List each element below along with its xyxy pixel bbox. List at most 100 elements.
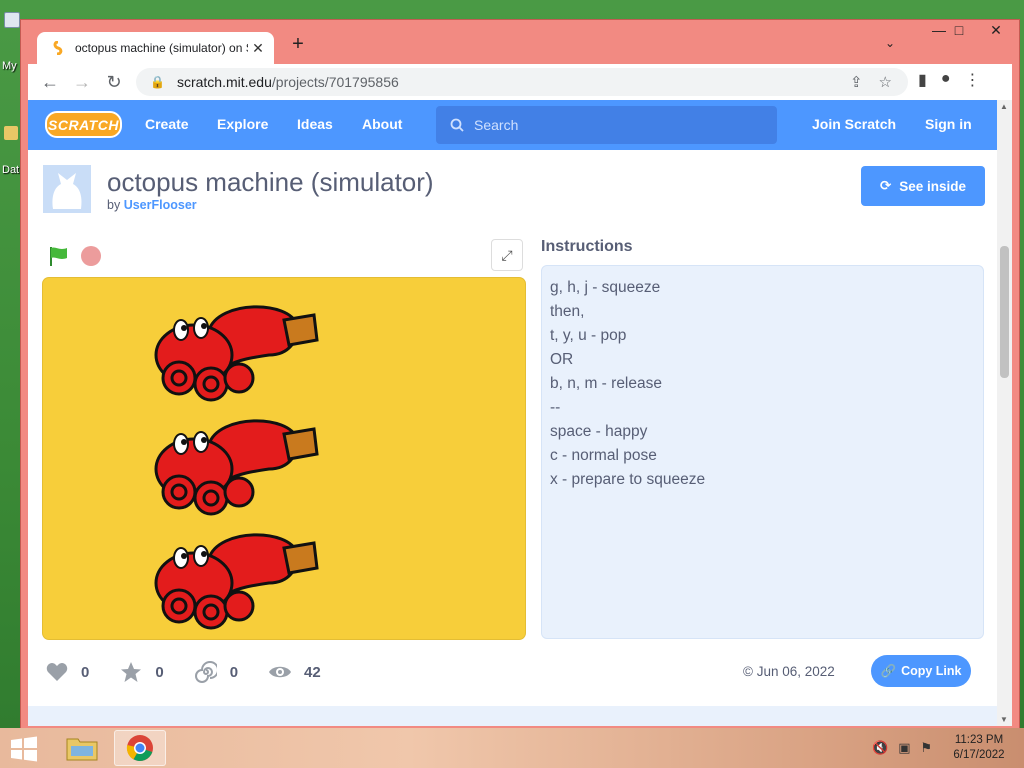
forward-arrow-icon[interactable]: →	[66, 72, 98, 93]
instruction-line: t, y, u - pop	[550, 327, 627, 344]
star-icon	[119, 660, 143, 684]
scroll-up-arrow-icon[interactable]: ▲	[1000, 102, 1008, 111]
instruction-line: OR	[550, 351, 574, 368]
scratch-logo[interactable]: SCRATCH	[45, 111, 122, 138]
instructions-box: g, h, j - squeeze then, t, y, u - pop OR…	[541, 265, 984, 639]
remix-count: 0	[229, 663, 239, 681]
by-prefix: by	[107, 198, 121, 212]
search-placeholder: Search	[474, 117, 519, 133]
green-flag-icon[interactable]	[48, 245, 70, 267]
nav-explore[interactable]: Explore	[217, 116, 268, 132]
author-link[interactable]: UserFlooser	[124, 198, 197, 212]
system-tray: 🔇 ▣ ⚑	[872, 740, 932, 756]
file-explorer-taskbar-button[interactable]	[56, 730, 108, 766]
instructions-heading: Instructions	[541, 238, 633, 255]
browser-window: octopus machine (simulator) on S ✕ + ⌄ —…	[21, 20, 1019, 728]
taskbar-clock[interactable]: 11:23 PM 6/17/2022	[944, 733, 1014, 763]
chrome-taskbar-button[interactable]	[114, 730, 166, 766]
see-inside-button[interactable]: ⟳ See inside	[861, 166, 985, 206]
maximize-button[interactable]: □	[941, 22, 977, 38]
bookmark-star-icon[interactable]: ☆	[879, 73, 892, 91]
browser-tab[interactable]: octopus machine (simulator) on S ✕	[37, 32, 274, 64]
instruction-line: c - normal pose	[550, 447, 657, 464]
project-stage[interactable]	[43, 278, 525, 639]
scratch-favicon-icon	[51, 41, 65, 55]
view-count: 42	[304, 663, 321, 681]
profile-icon[interactable]: ●	[941, 70, 951, 90]
side-panel-icon[interactable]: ▮	[918, 70, 927, 90]
avatar[interactable]	[43, 165, 91, 213]
love-stat[interactable]: 0	[45, 660, 89, 684]
tab-title: octopus machine (simulator) on S	[75, 41, 248, 55]
remix-arrows-icon: ⟳	[879, 178, 892, 193]
scratch-navbar: SCRATCH Create Explore Ideas About Searc…	[28, 100, 997, 150]
instruction-line: g, h, j - squeeze	[550, 279, 661, 296]
action-center-icon[interactable]: ⚑	[920, 740, 932, 756]
fullscreen-icon[interactable]: ⤢	[491, 239, 523, 271]
love-count: 0	[81, 663, 90, 681]
instruction-line: b, n, m - release	[550, 375, 662, 392]
scrollbar-thumb[interactable]	[1000, 246, 1009, 378]
stop-button[interactable]	[81, 246, 101, 266]
network-icon[interactable]: ▣	[898, 740, 910, 756]
sign-in-link[interactable]: Sign in	[925, 116, 972, 132]
views-stat: 42	[268, 660, 321, 684]
heart-icon	[45, 660, 69, 684]
nav-create[interactable]: Create	[145, 116, 189, 132]
nav-about[interactable]: About	[362, 116, 402, 132]
chrome-icon	[126, 735, 153, 762]
desktop-icon-label-dat[interactable]: Dat	[2, 164, 19, 176]
folder-icon[interactable]	[4, 126, 18, 140]
page-title: octopus machine (simulator)	[107, 167, 434, 197]
favorite-stat[interactable]: 0	[119, 660, 164, 684]
octopus-sprite-3	[154, 533, 319, 630]
eye-icon	[268, 660, 292, 684]
browser-toolbar: ← → ↻ 🔒 scratch.mit.edu/projects/7017958…	[28, 64, 1012, 100]
page-viewport: SCRATCH Create Explore Ideas About Searc…	[28, 100, 1012, 726]
octopus-sprite-2	[154, 419, 319, 516]
page-bottom-strip	[28, 706, 997, 726]
menu-kebab-icon[interactable]: ⋮	[964, 70, 980, 90]
instruction-line: space - happy	[550, 423, 648, 440]
share-icon[interactable]: ⇪	[850, 73, 863, 91]
back-arrow-icon[interactable]: ←	[34, 72, 66, 93]
project-stats: 0 0 0 42	[45, 660, 351, 684]
page-scrollbar[interactable]: ▲ ▼	[997, 100, 1012, 726]
copy-link-button[interactable]: 🔗 Copy Link	[871, 655, 971, 687]
instruction-line: --	[550, 399, 561, 416]
close-window-button[interactable]: ✕	[978, 22, 1014, 39]
desktop-icon-label-my[interactable]: My	[2, 60, 17, 72]
clock-time: 11:23 PM	[954, 734, 1004, 746]
instruction-line: x - prepare to squeeze	[550, 471, 706, 488]
browser-titlebar: octopus machine (simulator) on S ✕ + ⌄ —…	[21, 20, 1019, 64]
url-path: /projects/701795856	[271, 74, 399, 90]
address-bar[interactable]: 🔒 scratch.mit.edu/projects/701795856 ⇪ ☆	[136, 68, 908, 96]
remix-spiral-icon	[194, 660, 218, 684]
search-icon	[450, 118, 464, 132]
volume-muted-icon[interactable]: 🔇	[872, 740, 888, 756]
scroll-down-arrow-icon[interactable]: ▼	[1000, 715, 1008, 724]
nav-ideas[interactable]: Ideas	[297, 116, 333, 132]
remix-stat: 0	[194, 660, 238, 684]
new-tab-button[interactable]: +	[287, 33, 309, 56]
folder-icon	[66, 738, 98, 761]
join-scratch-link[interactable]: Join Scratch	[812, 116, 896, 132]
windows-start-icon[interactable]	[10, 736, 38, 762]
reload-icon[interactable]: ↻	[98, 72, 130, 93]
instruction-line: then,	[550, 303, 585, 320]
computer-icon[interactable]	[4, 12, 20, 28]
lock-icon[interactable]: 🔒	[150, 75, 165, 89]
see-inside-label: See inside	[899, 178, 967, 194]
url-host: scratch.mit.edu	[176, 74, 272, 90]
shared-date: © Jun 06, 2022	[743, 664, 835, 679]
link-icon: 🔗	[880, 663, 897, 678]
copy-link-label: Copy Link	[901, 664, 962, 678]
author-line: by UserFlooser	[107, 198, 197, 212]
search-input[interactable]: Search	[436, 106, 777, 144]
tab-close-icon[interactable]: ✕	[248, 40, 268, 57]
taskbar: 🔇 ▣ ⚑ 11:23 PM 6/17/2022	[0, 728, 1024, 768]
project-page: octopus machine (simulator) by UserFloos…	[28, 150, 997, 726]
clock-date: 6/17/2022	[953, 749, 1005, 761]
tab-search-chevron-icon[interactable]: ⌄	[885, 36, 895, 50]
favorite-count: 0	[155, 663, 164, 681]
